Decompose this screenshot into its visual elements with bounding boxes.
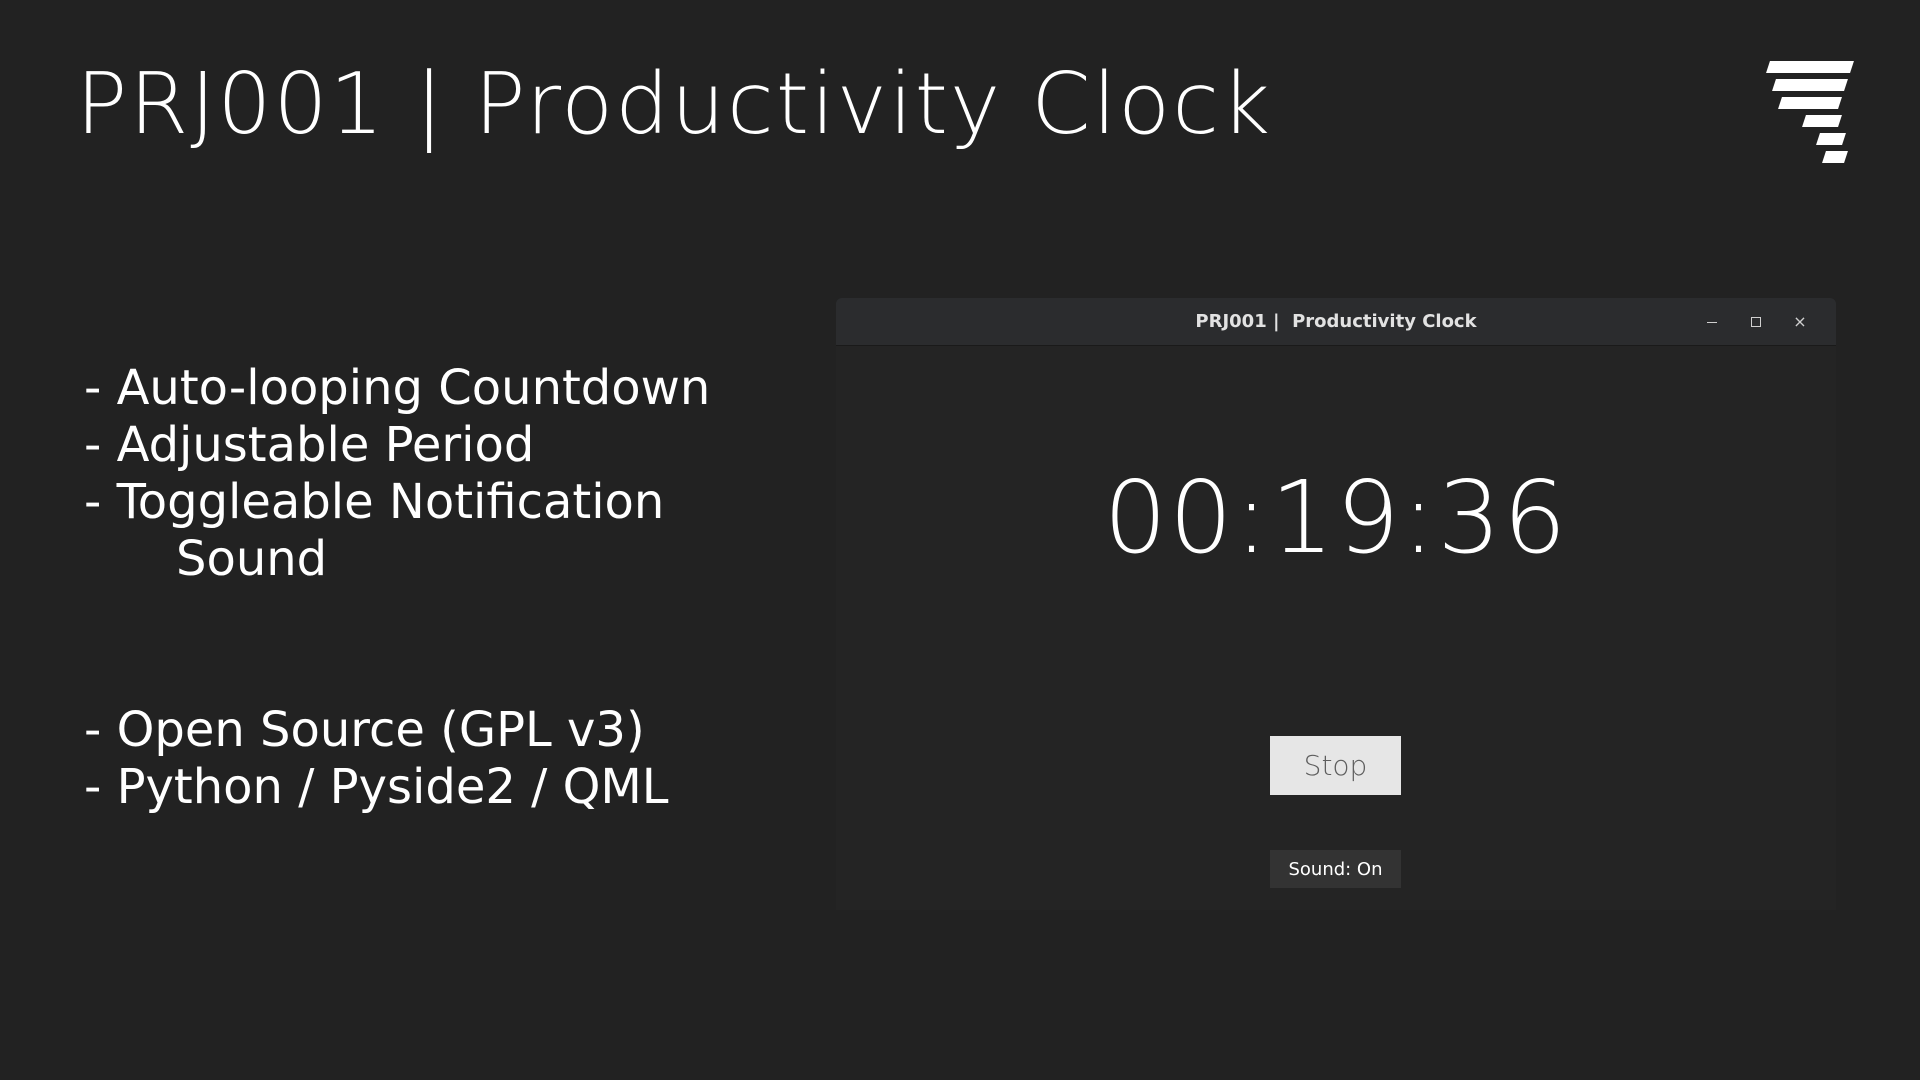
- logo-bar: [1816, 133, 1846, 145]
- maximize-icon: [1751, 316, 1761, 327]
- app-window: PRJ001 | Productivity Clock × 00:19:36 S…: [836, 298, 1836, 910]
- logo-bar: [1772, 79, 1848, 91]
- feature-item-continuation: Sound: [176, 531, 328, 587]
- logo-bar: [1822, 151, 1848, 163]
- logo-bar: [1778, 97, 1842, 109]
- minimize-button[interactable]: [1690, 298, 1734, 345]
- minimize-icon: [1707, 322, 1717, 323]
- feature-item: - Toggleable Notification: [84, 474, 665, 530]
- feature-item: - Python / Pyside2 / QML: [84, 759, 669, 815]
- stacked-bars-logo-icon: [1766, 61, 1854, 163]
- window-title: PRJ001 | Productivity Clock: [1195, 311, 1477, 332]
- countdown-display: 00:19:36: [1103, 459, 1569, 576]
- logo-bar: [1766, 61, 1854, 73]
- close-icon: ×: [1793, 312, 1807, 331]
- sound-toggle-button[interactable]: Sound: On: [1270, 850, 1401, 888]
- list-spacer: [84, 588, 710, 702]
- feature-item: - Open Source (GPL v3): [84, 702, 645, 758]
- window-titlebar[interactable]: PRJ001 | Productivity Clock ×: [836, 298, 1836, 346]
- logo-bar: [1802, 115, 1842, 127]
- close-button[interactable]: ×: [1778, 298, 1822, 345]
- maximize-button[interactable]: [1734, 298, 1778, 345]
- stop-button[interactable]: Stop: [1270, 736, 1401, 795]
- feature-list: - Auto-looping Countdown - Adjustable Pe…: [84, 360, 710, 816]
- feature-item: - Auto-looping Countdown: [84, 360, 711, 416]
- feature-item: - Adjustable Period: [84, 417, 535, 473]
- window-controls: ×: [1690, 298, 1822, 345]
- slide-title: PRJ001 | Productivity Clock: [76, 55, 1273, 154]
